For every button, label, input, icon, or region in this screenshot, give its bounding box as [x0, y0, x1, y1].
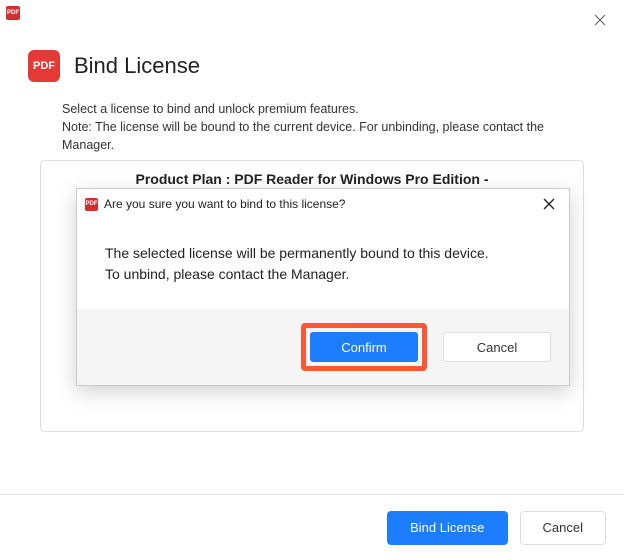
page-title: Bind License	[74, 53, 200, 79]
confirm-button[interactable]: Confirm	[310, 332, 418, 362]
bind-license-button[interactable]: Bind License	[387, 511, 507, 545]
app-icon-text: PDF	[7, 10, 19, 16]
description-text: Select a license to bind and unlock prem…	[62, 100, 584, 154]
dialog-close-button[interactable]	[537, 192, 561, 216]
bottom-toolbar: Bind License Cancel	[0, 494, 624, 560]
description-line-2: Note: The license will be bound to the c…	[62, 118, 584, 154]
confirm-highlight: Confirm	[301, 323, 427, 371]
description-line-1: Select a license to bind and unlock prem…	[62, 100, 584, 118]
dialog-body: The selected license will be permanently…	[77, 219, 569, 309]
dialog-body-line-2: To unbind, please contact the Manager.	[105, 264, 541, 285]
main-cancel-button[interactable]: Cancel	[520, 511, 606, 545]
dialog-app-icon: PDF	[85, 198, 98, 211]
header-pdf-icon: PDF	[28, 50, 60, 82]
app-icon: PDF	[6, 6, 20, 20]
dialog-footer: Confirm Cancel	[77, 309, 569, 385]
close-icon	[594, 14, 606, 26]
dialog-title: Are you sure you want to bind to this li…	[104, 197, 531, 211]
close-icon	[543, 198, 555, 210]
window-close-button[interactable]	[590, 10, 610, 30]
dialog-icon-text: PDF	[86, 201, 98, 207]
dialog-titlebar: PDF Are you sure you want to bind to thi…	[77, 189, 569, 219]
dialog-body-line-1: The selected license will be permanently…	[105, 243, 541, 264]
header-icon-text: PDF	[33, 60, 55, 72]
dialog-cancel-button[interactable]: Cancel	[443, 332, 551, 362]
confirm-dialog: PDF Are you sure you want to bind to thi…	[76, 188, 570, 386]
product-plan-label: Product Plan : PDF Reader for Windows Pr…	[41, 161, 583, 187]
